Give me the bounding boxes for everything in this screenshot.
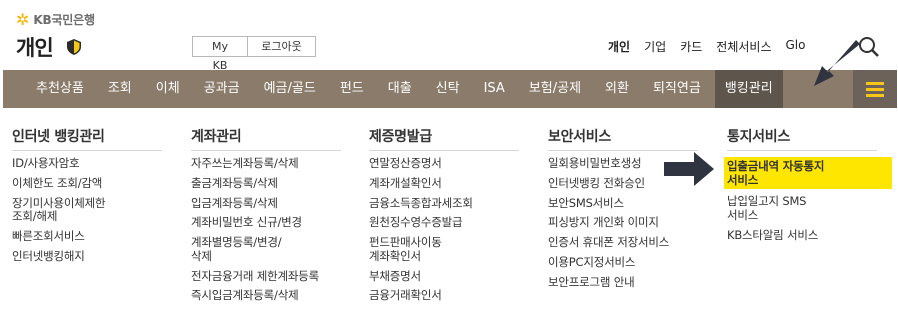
top-link-business[interactable]: 기업	[644, 38, 666, 55]
menu-item[interactable]: 즉시입금계좌등록/삭제	[191, 289, 341, 303]
menu-item[interactable]: 피싱방지 개인화 이미지	[548, 216, 698, 230]
star-logo-icon: ✲	[16, 9, 30, 29]
nav-item-isa[interactable]: ISA	[484, 70, 505, 108]
logout-button[interactable]: 로그아웃	[248, 36, 316, 57]
column-title: 제증명발급	[369, 126, 519, 151]
nav-item-banking-mgmt[interactable]: 뱅킹관리	[714, 70, 783, 108]
mykb-button[interactable]: My KB	[192, 36, 248, 72]
logo-brand: KB국민은행	[33, 13, 95, 27]
menu-item[interactable]: 금융소득종합과세조회	[369, 196, 519, 211]
nav-item-deposit[interactable]: 예금/골드	[264, 70, 316, 108]
menu-item[interactable]: 인터넷뱅킹해지	[12, 249, 162, 264]
menu-item[interactable]: 펀드판매사이동 계좌확인서	[369, 235, 519, 263]
header: ✲ KB국민은행 개인 My KB 로그아웃 개인 기업 카드 전체서비스 Gl…	[0, 0, 898, 72]
menu-item[interactable]: 전자금융거래 제한계좌등록	[191, 269, 341, 284]
menu-item[interactable]: 이체한도 조회/감액	[12, 176, 162, 191]
account-buttons: My KB 로그아웃	[192, 36, 316, 72]
menu-item[interactable]: 출금계좌등록/삭제	[191, 176, 341, 191]
shield-icon	[66, 39, 81, 55]
menu-column-internet-banking: 인터넷 뱅킹관리 ID/사용자암호 이체한도 조회/감액 장기미사용이체제한 조…	[12, 126, 162, 270]
column-title: 보안서비스	[548, 126, 698, 151]
menu-item[interactable]: 납입일고지 SMS 서비스	[727, 194, 892, 222]
nav-item-fund[interactable]: 펀드	[340, 70, 364, 108]
nav-item-inquiry[interactable]: 조회	[108, 70, 132, 108]
menu-column-certificates: 제증명발급 연말정산증명서 계좌개설확인서 금융소득종합과세조회 원천징수영수증…	[369, 126, 519, 309]
menu-column-account: 계좌관리 자주쓰는계좌등록/삭제 출금계좌등록/삭제 입금계좌등록/삭제 계좌비…	[191, 126, 341, 309]
logo-title: 개인	[16, 36, 54, 60]
menu-item[interactable]: 금융거래확인서	[369, 289, 519, 303]
top-link-all-services[interactable]: 전체서비스	[716, 38, 771, 55]
mega-menu: 인터넷 뱅킹관리 ID/사용자암호 이체한도 조회/감액 장기미사용이체제한 조…	[0, 108, 898, 311]
menu-item[interactable]: 보안SMS서비스	[548, 196, 698, 211]
menu-item[interactable]: 입금계좌등록/삭제	[191, 196, 341, 211]
menu-item[interactable]: 보안프로그램 안내	[548, 275, 698, 290]
main-nav: 추천상품 조회 이체 공과금 예금/골드 펀드 대출 신탁 ISA 보험/공제 …	[3, 70, 897, 108]
menu-item[interactable]: ID/사용자암호	[12, 156, 162, 171]
pointer-arrow-icon	[814, 40, 860, 86]
menu-item[interactable]: 인증서 휴대폰 저장서비스	[548, 236, 698, 250]
menu-column-notification: 통지서비스 입출금내역 자동통지 서비스 납입일고지 SMS 서비스 KB스타알…	[724, 126, 892, 248]
menu-item[interactable]: 빠른조회서비스	[12, 229, 162, 244]
column-title: 통지서비스	[727, 126, 877, 151]
nav-item-insurance[interactable]: 보험/공제	[529, 70, 581, 108]
nav-item-trust[interactable]: 신탁	[436, 70, 460, 108]
pointer-arrow-icon	[664, 152, 714, 186]
nav-item-retirement[interactable]: 퇴직연금	[653, 70, 701, 108]
menu-item[interactable]: 원천징수영수증발급	[369, 216, 519, 230]
menu-item[interactable]: 계좌개설확인서	[369, 176, 519, 191]
nav-item-transfer[interactable]: 이체	[156, 70, 180, 108]
menu-item[interactable]: KB스타알림 서비스	[727, 228, 892, 243]
top-link-global[interactable]: Glo	[785, 38, 805, 55]
menu-item[interactable]: 계좌비밀번호 신규/변경	[191, 216, 341, 230]
top-link-card[interactable]: 카드	[680, 38, 702, 55]
nav-item-loan[interactable]: 대출	[388, 70, 412, 108]
column-title: 계좌관리	[191, 126, 341, 151]
top-link-personal[interactable]: 개인	[608, 38, 630, 55]
column-title: 인터넷 뱅킹관리	[12, 126, 162, 151]
menu-item[interactable]: 계좌별명등록/변경/ 삭제	[191, 235, 341, 263]
menu-item[interactable]: 자주쓰는계좌등록/삭제	[191, 156, 341, 171]
nav-item-utility[interactable]: 공과금	[204, 70, 240, 108]
kb-logo[interactable]: ✲ KB국민은행 개인	[16, 11, 95, 62]
menu-item[interactable]: 장기미사용이체제한 조회/해제	[12, 196, 162, 224]
menu-item[interactable]: 이용PC지정서비스	[548, 255, 698, 270]
nav-item-forex[interactable]: 외환	[605, 70, 629, 108]
nav-item-recommended[interactable]: 추천상품	[36, 70, 84, 108]
menu-item[interactable]: 부채증명서	[369, 269, 519, 284]
top-links: 개인 기업 카드 전체서비스 Glo	[608, 38, 805, 55]
menu-item[interactable]: 연말정산증명서	[369, 156, 519, 171]
menu-item-auto-notification[interactable]: 입출금내역 자동통지 서비스	[724, 157, 892, 189]
